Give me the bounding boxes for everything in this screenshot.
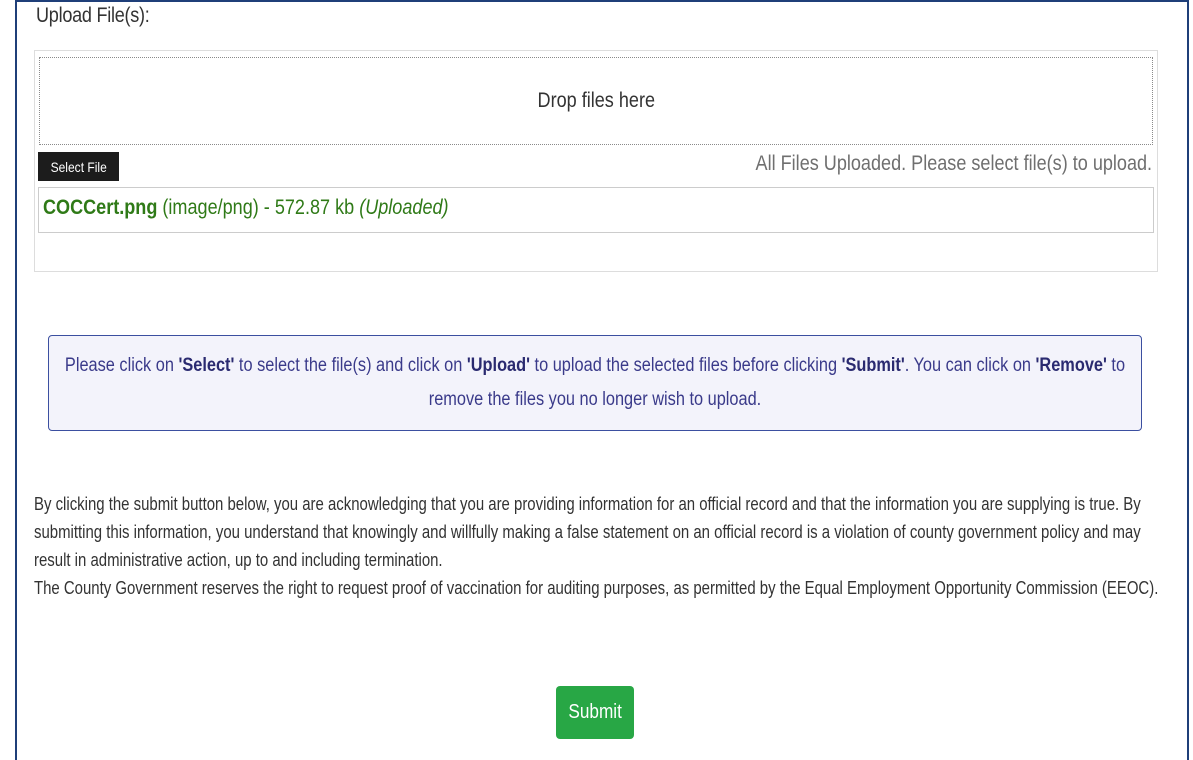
select-file-button[interactable]: Select File (38, 152, 119, 181)
instructions-part: . You can click on (904, 355, 1036, 376)
instructions-remove-keyword: 'Remove' (1035, 355, 1107, 376)
file-list-item: COCCert.png (image/png) - 572.87 kb (Upl… (43, 196, 449, 220)
instructions-submit-keyword: 'Submit' (841, 355, 905, 376)
dropzone[interactable]: Drop files here (39, 57, 1153, 145)
upload-status-message: All Files Uploaded. Please select file(s… (755, 152, 1152, 175)
file-size: - 572.87 kb (263, 196, 355, 219)
instructions-part: Please click on (64, 355, 179, 376)
instructions-select-keyword: 'Select' (178, 355, 235, 376)
disclaimer-paragraph: By clicking the submit button below, you… (34, 494, 1141, 570)
submit-button[interactable]: Submit (556, 686, 634, 739)
file-name: COCCert.png (43, 196, 158, 219)
file-list: COCCert.png (image/png) - 572.87 kb (Upl… (38, 187, 1154, 233)
disclaimer-paragraph: The County Government reserves the right… (34, 578, 1159, 598)
instructions-text: Please click on 'Select' to select the f… (62, 349, 1128, 417)
disclaimer: By clicking the submit button below, you… (34, 490, 1171, 602)
file-upload-state: (Uploaded) (359, 196, 449, 219)
instructions-part: to select the file(s) and click on (234, 355, 467, 376)
select-file-label: Select File (50, 158, 107, 175)
file-type: (image/png) (162, 196, 259, 219)
instructions-alert: Please click on 'Select' to select the f… (48, 335, 1142, 431)
instructions-part: to upload the selected files before clic… (530, 355, 842, 376)
submit-label: Submit (568, 701, 622, 723)
file-upload-widget: Drop files here Select File All Files Up… (34, 50, 1158, 272)
upload-label: Upload File(s): (36, 4, 150, 27)
dropzone-text: Drop files here (537, 89, 655, 112)
instructions-upload-keyword: 'Upload' (466, 355, 531, 376)
